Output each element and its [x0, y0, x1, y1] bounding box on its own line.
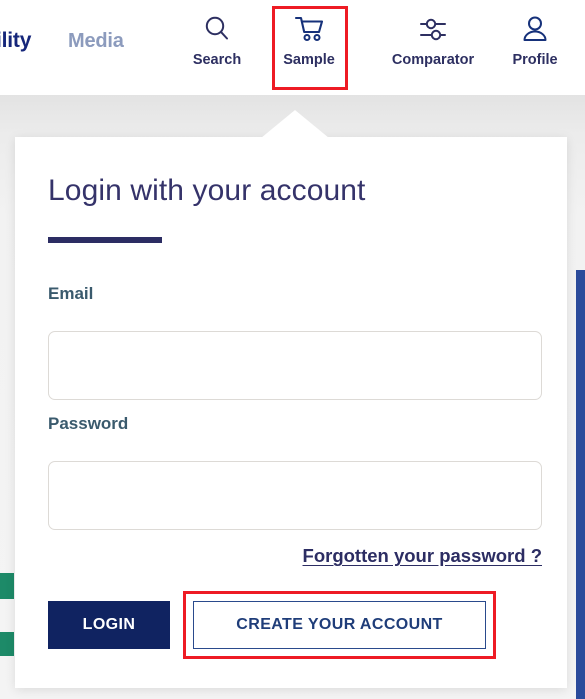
brand-logo-text: ility: [0, 29, 32, 52]
background-green-marker: [0, 632, 14, 656]
title-underline-rule: [48, 237, 162, 243]
background-green-marker: [0, 573, 14, 599]
password-label: Password: [48, 414, 129, 433]
nav-item-profile[interactable]: Profile: [489, 10, 581, 82]
shopping-cart-icon: [293, 10, 325, 48]
sliders-icon: [416, 10, 450, 48]
create-account-button[interactable]: CREATE YOUR ACCOUNT: [193, 601, 486, 649]
nav-item-sample[interactable]: Sample: [263, 10, 355, 82]
search-icon: [202, 10, 232, 48]
site-header: ility Media Search Sample: [0, 0, 585, 95]
forgotten-password-link[interactable]: Forgotten your password ?: [303, 545, 542, 567]
login-button[interactable]: LOGIN: [48, 601, 170, 649]
panel-pointer-arrow: [261, 110, 329, 138]
login-panel: Login with your account Email Password F…: [15, 137, 567, 688]
password-input[interactable]: [48, 461, 542, 530]
email-input[interactable]: [48, 331, 542, 400]
user-icon: [520, 10, 550, 48]
nav-item-profile-label: Profile: [512, 52, 558, 68]
email-label: Email: [48, 284, 94, 303]
nav-item-comparator-label: Comparator: [391, 52, 475, 68]
screen: ility Media Search Sample: [0, 0, 585, 699]
nav-item-comparator[interactable]: Comparator: [377, 10, 489, 82]
nav-item-search-label: Search: [192, 52, 242, 68]
nav-link-media[interactable]: Media: [68, 30, 124, 53]
background-blue-bar: [576, 270, 585, 699]
nav-item-sample-label: Sample: [283, 52, 335, 68]
login-panel-title: Login with your account: [48, 174, 366, 207]
nav-item-search[interactable]: Search: [171, 10, 263, 82]
